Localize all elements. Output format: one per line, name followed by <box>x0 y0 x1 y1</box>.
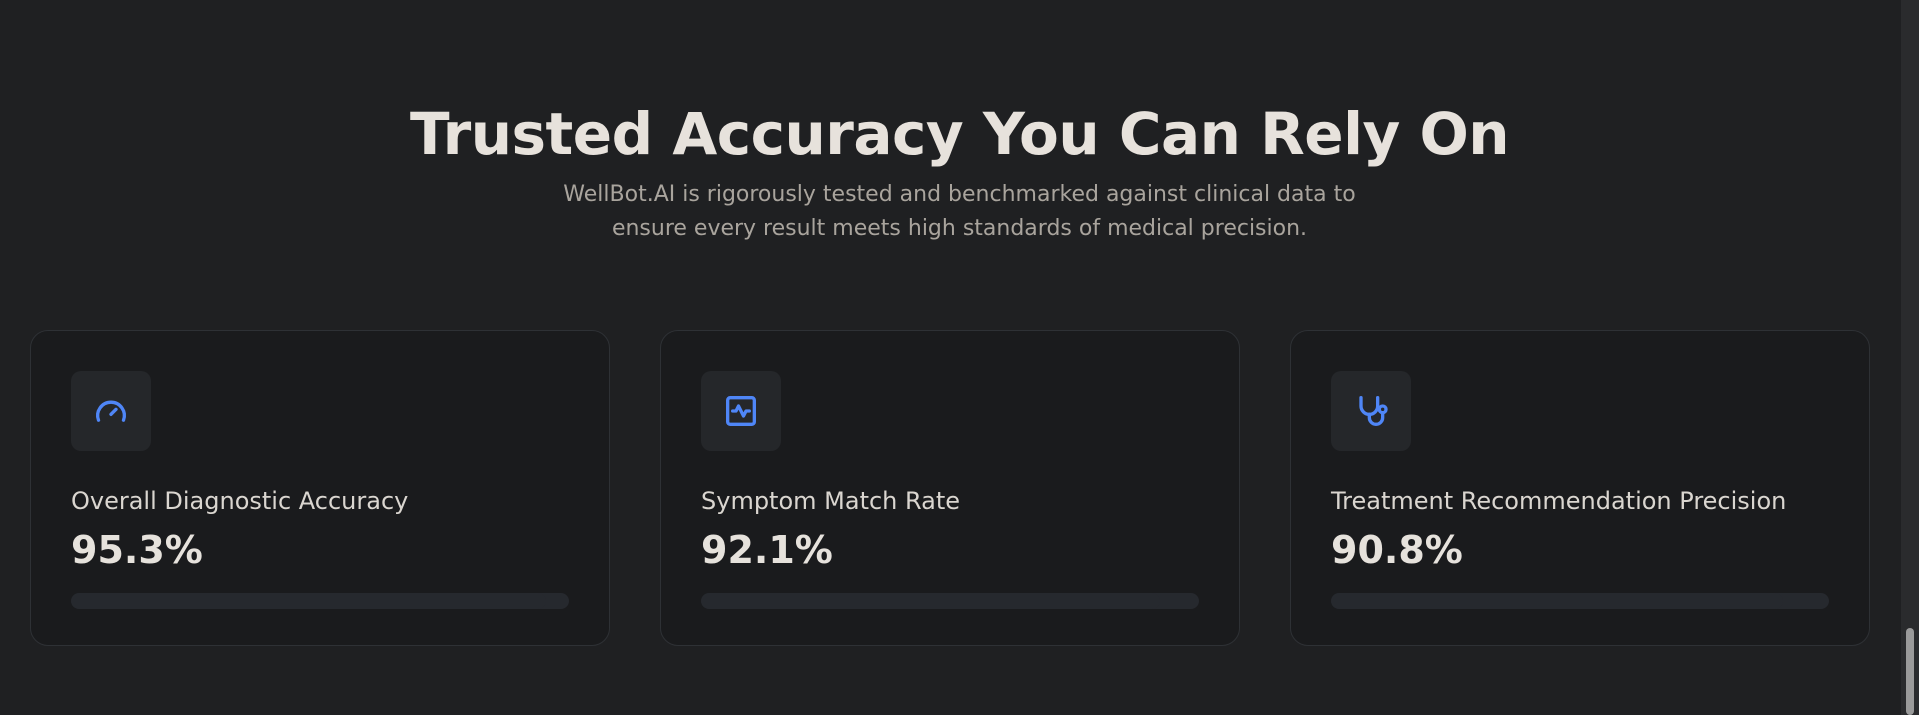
metric-card-symptom-match-rate: Symptom Match Rate 92.1% <box>660 330 1240 646</box>
stethoscope-icon <box>1331 371 1411 451</box>
metric-progress-bar <box>701 593 1199 609</box>
page-title: Trusted Accuracy You Can Rely On <box>409 100 1510 168</box>
metric-progress-bar <box>1331 593 1829 609</box>
metric-card-treatment-precision: Treatment Recommendation Precision 90.8% <box>1290 330 1870 646</box>
metric-progress-fill <box>701 593 1160 609</box>
activity-icon <box>701 371 781 451</box>
gauge-icon <box>71 371 151 451</box>
metric-label: Overall Diagnostic Accuracy <box>71 487 409 515</box>
hero-section: Trusted Accuracy You Can Rely On WellBot… <box>0 100 1919 246</box>
metrics-grid: Overall Diagnostic Accuracy 95.3% Sympto… <box>30 330 1870 646</box>
metric-label: Symptom Match Rate <box>701 487 961 515</box>
metric-value: 92.1% <box>701 528 833 572</box>
metric-progress-fill <box>1331 593 1784 609</box>
metric-progress-bar <box>71 593 569 609</box>
metric-card-diagnostic-accuracy: Overall Diagnostic Accuracy 95.3% <box>30 330 610 646</box>
scrollbar-thumb[interactable] <box>1906 628 1914 715</box>
subtitle-line-1: WellBot.AI is rigorously tested and benc… <box>563 182 1356 207</box>
page: Trusted Accuracy You Can Rely On WellBot… <box>0 0 1919 715</box>
page-subtitle: WellBot.AI is rigorously tested and benc… <box>560 178 1360 246</box>
subtitle-line-2: ensure every result meets high standards… <box>611 216 1308 241</box>
metric-progress-fill <box>71 593 546 609</box>
metric-value: 95.3% <box>71 528 203 572</box>
page-scrollbar[interactable] <box>1901 0 1919 715</box>
metric-value: 90.8% <box>1331 528 1463 572</box>
metric-label: Treatment Recommendation Precision <box>1331 487 1787 515</box>
